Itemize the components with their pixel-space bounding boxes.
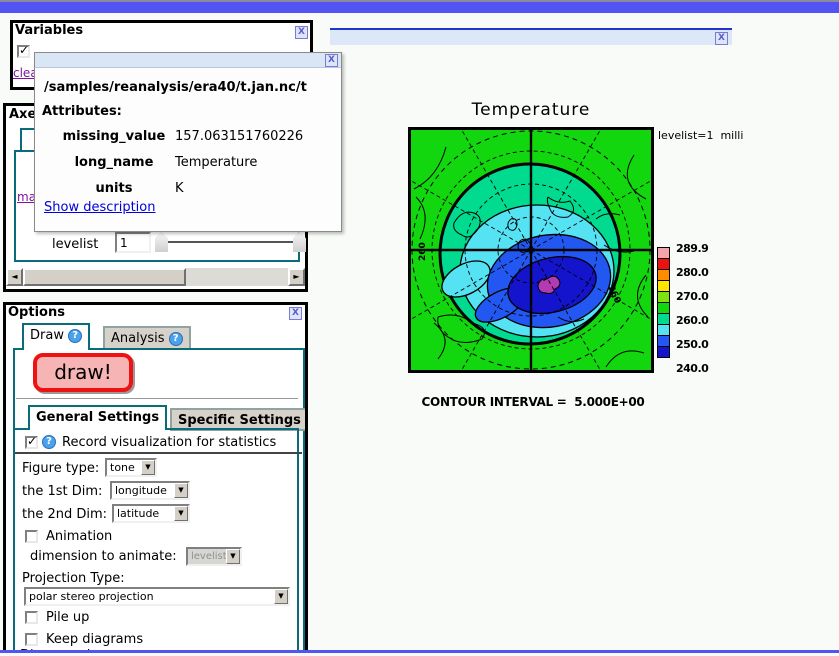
keep-diagrams-label: Keep diagrams	[46, 632, 143, 647]
close-icon[interactable]: X	[325, 54, 338, 67]
result-panel-titlebar: X	[330, 28, 732, 45]
projection-type-select[interactable]: polar stereo projection ▼	[24, 587, 290, 606]
chevron-down-icon: ▼	[226, 549, 240, 564]
plot-annotation: levelist=1 milli	[658, 129, 743, 142]
pile-up-checkbox[interactable]	[25, 611, 38, 624]
dim1-label: the 1st Dim:	[22, 484, 102, 499]
levelist-slider-track[interactable]	[158, 241, 298, 243]
chevron-down-icon: ▼	[274, 589, 288, 604]
chevron-down-icon: ▼	[174, 506, 188, 521]
attribute-name: missing_value	[49, 129, 179, 144]
pile-up-label: Pile up	[46, 610, 89, 625]
attribute-value: Temperature	[175, 155, 257, 170]
figure-type-select[interactable]: tone▼	[105, 458, 157, 477]
animate-dim-select: levelist▼	[186, 547, 242, 566]
attributes-heading: Attributes:	[42, 104, 122, 119]
draw-button[interactable]: draw!	[33, 353, 133, 392]
projection-type-label: Projection Type:	[22, 571, 125, 586]
attribute-row: units K	[35, 181, 341, 201]
contour-interval-note: CONTOUR INTERVAL = 5.000E+00	[408, 395, 658, 409]
popup-titlebar[interactable]	[35, 53, 341, 68]
close-icon[interactable]: X	[295, 26, 308, 39]
attribute-name: units	[49, 181, 179, 196]
horizontal-scrollbar[interactable]: ◄ ►	[6, 268, 305, 286]
levelist-label: levelist	[52, 237, 98, 252]
dim1-value: longitude	[112, 484, 170, 497]
levelist-input[interactable]	[115, 232, 151, 253]
dim2-select[interactable]: latitude ▼	[112, 504, 190, 523]
animate-dim-value: levelist	[188, 551, 226, 562]
dim2-value: latitude	[114, 507, 162, 520]
figure-type-value: tone	[107, 461, 138, 474]
plot-title: Temperature	[408, 100, 654, 120]
tab-analysis-label: Analysis	[111, 331, 165, 346]
tab-analysis[interactable]: Analysis ?	[103, 326, 191, 350]
options-panel-title: Options	[8, 305, 65, 320]
window-top-bar	[0, 0, 839, 13]
colorbar-label: 250.0	[676, 338, 708, 362]
scroll-left-icon[interactable]: ◄	[6, 268, 23, 286]
attribute-popup: X /samples/reanalysis/era40/t.jan.nc/t A…	[34, 52, 342, 232]
options-panel: Options X Draw ? Analysis ? draw! Genera…	[3, 302, 308, 650]
close-icon[interactable]: X	[289, 307, 302, 320]
colorbar-label: 289.9	[676, 242, 708, 266]
temperature-map: 260 260	[408, 127, 654, 373]
colorbar-labels: 289.9280.0270.0260.0250.0240.0	[676, 242, 708, 386]
figure-type-label: Figure type:	[22, 461, 99, 476]
chevron-down-icon: ▼	[141, 460, 155, 475]
scroll-right-icon[interactable]: ►	[288, 268, 305, 286]
dim2-label: the 2nd Dim:	[22, 507, 107, 522]
projection-type-value: polar stereo projection	[26, 590, 157, 603]
colorbar-label: 280.0	[676, 266, 708, 290]
application-window: Variables X clear Axes manual levelist ◄…	[0, 0, 839, 656]
variable-checkbox[interactable]	[17, 45, 30, 58]
animation-label: Animation	[46, 529, 112, 544]
colorbar-label: 240.0	[676, 362, 708, 386]
contour-label-left: 260	[418, 242, 428, 261]
help-icon[interactable]: ?	[42, 435, 56, 449]
tab-general-settings[interactable]: General Settings	[28, 405, 167, 430]
variable-path: /samples/reanalysis/era40/t.jan.nc/t	[44, 80, 307, 95]
variables-panel-title: Variables	[15, 23, 83, 38]
attribute-value: K	[175, 181, 184, 196]
record-visualization-checkbox[interactable]	[25, 436, 38, 449]
divider	[15, 452, 302, 454]
colorbar-label: 270.0	[676, 290, 708, 314]
tab-draw[interactable]: Draw ?	[22, 323, 90, 350]
help-icon[interactable]: ?	[68, 329, 82, 343]
colorbar	[657, 248, 670, 358]
animation-checkbox[interactable]	[25, 530, 38, 543]
tab-draw-label: Draw	[30, 328, 64, 343]
keep-diagrams-checkbox[interactable]	[25, 633, 38, 646]
show-description-link[interactable]: Show description	[44, 200, 156, 215]
colorbar-label: 260.0	[676, 314, 708, 338]
window-bottom-bar	[0, 650, 839, 653]
close-icon[interactable]: X	[715, 32, 728, 45]
chevron-down-icon: ▼	[174, 483, 188, 498]
attribute-row: long_name Temperature	[35, 155, 341, 175]
animate-dim-label: dimension to animate:	[30, 549, 177, 564]
record-visualization-label: Record visualization for statistics	[62, 435, 276, 450]
dim1-select[interactable]: longitude ▼	[110, 481, 190, 500]
attribute-row: missing_value 157.063151760226	[35, 129, 341, 149]
divider	[16, 398, 298, 399]
colorbar-segment	[657, 346, 670, 358]
attribute-value: 157.063151760226	[175, 129, 303, 144]
attribute-name: long_name	[49, 155, 179, 170]
scrollbar-thumb[interactable]	[23, 268, 186, 286]
help-icon[interactable]: ?	[169, 332, 183, 346]
